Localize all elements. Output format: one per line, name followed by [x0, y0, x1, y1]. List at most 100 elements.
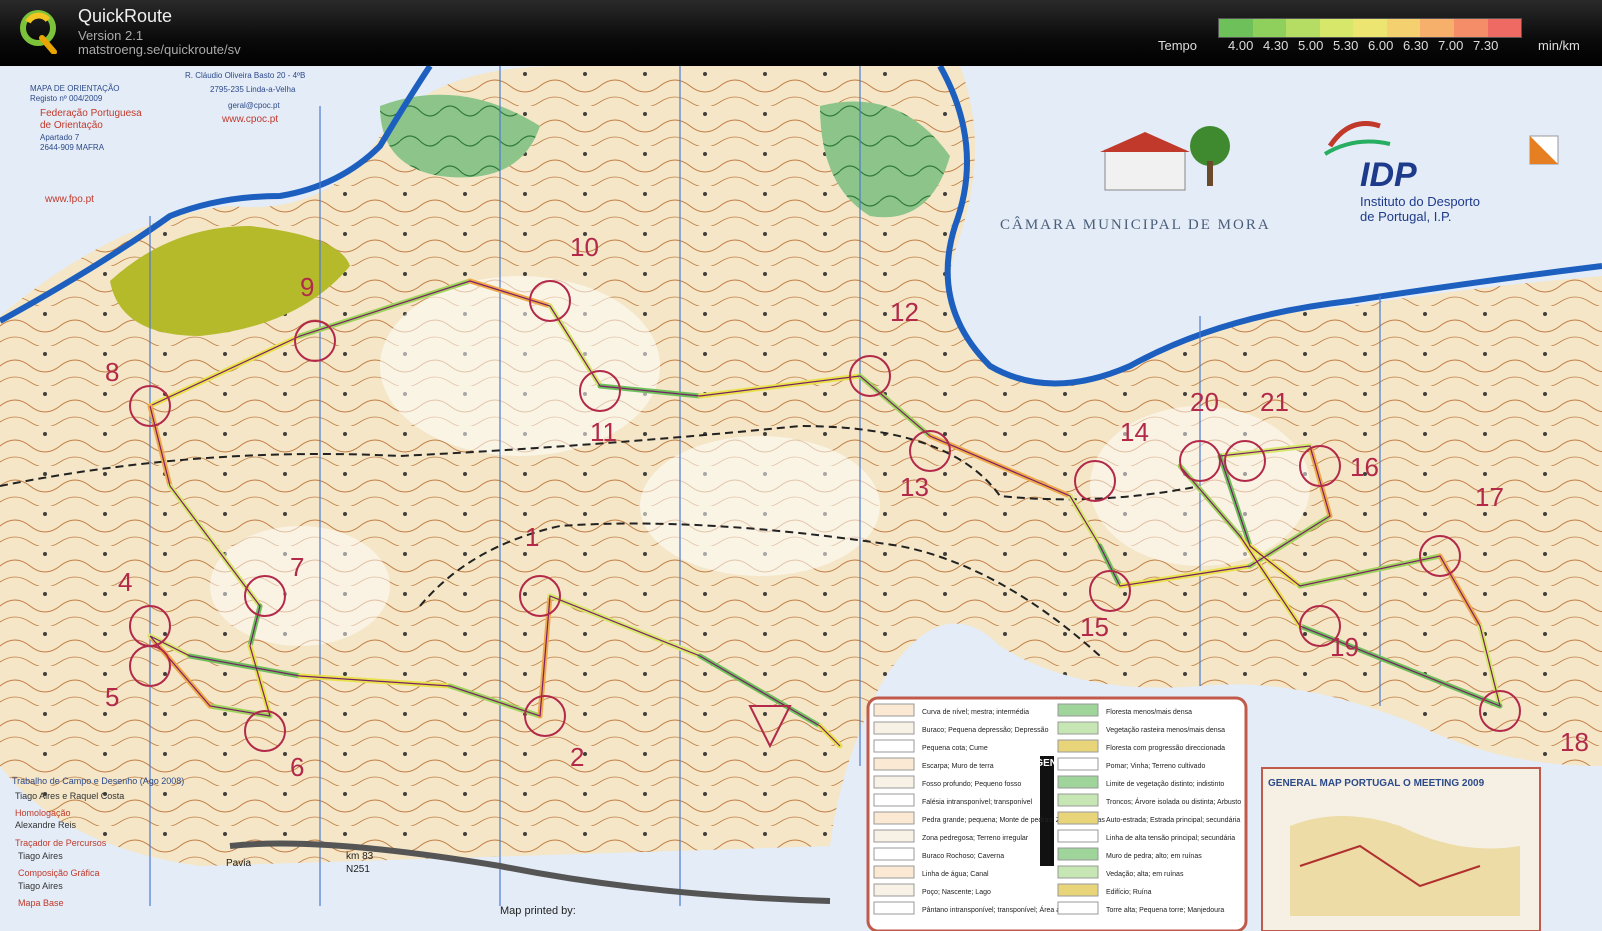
legend-item-label: Curva de nível; mestra; intermédia [922, 709, 1029, 716]
legend-swatch [1057, 721, 1099, 735]
legend-swatch [873, 739, 915, 753]
control-number: 13 [900, 472, 929, 502]
legend-swatch [873, 901, 915, 915]
legend-swatch [1057, 811, 1099, 825]
map-legend: LEGENDA Curva de nível; mestra; interméd… [866, 696, 1248, 931]
legend-item-label: Floresta com progressão direccionada [1106, 745, 1225, 752]
legend-swatch [873, 703, 915, 717]
control-number: 15 [1080, 612, 1109, 642]
legend-item-label: Pequena cota; Cume [922, 745, 988, 752]
svg-text:Tiago Aires: Tiago Aires [18, 851, 63, 861]
svg-text:2795-235 Linda-a-Velha: 2795-235 Linda-a-Velha [210, 85, 296, 94]
control-number: 12 [890, 297, 919, 327]
legend-item-label: Poço; Nascente; Lago [922, 889, 991, 896]
svg-text:www.fpo.pt: www.fpo.pt [44, 194, 94, 205]
svg-text:Alexandre Reis: Alexandre Reis [15, 820, 77, 830]
legend-swatch [873, 811, 915, 825]
legend-item-label: Torre alta; Pequena torre; Manjedoura [1106, 907, 1224, 914]
legend-swatch [1057, 883, 1099, 897]
legend-item-label: Pomar; Vinha; Terreno cultivado [1106, 763, 1205, 770]
legend-item-label: Troncos; Árvore isolada ou distinta; Arb… [1106, 797, 1241, 806]
printed-by-label: Map printed by: [500, 905, 576, 917]
legend-swatch [873, 721, 915, 735]
orienteering-flag-icon [1529, 135, 1559, 165]
legend-item-label: Linha de alta tensão principal; secundár… [1106, 835, 1235, 842]
svg-text:Homologação: Homologação [15, 808, 71, 818]
legend-item-label: Escarpa; Muro de terra [922, 763, 994, 770]
control-number: 4 [118, 567, 132, 597]
pace-tick-label: 5.00 [1298, 38, 1324, 53]
legend-item-label: Auto-estrada; Estrada principal; secundá… [1106, 817, 1240, 824]
legend-swatch [1057, 739, 1099, 753]
pace-color-step [1319, 19, 1354, 37]
legend-swatch [1057, 865, 1099, 879]
place-label-pavia: Pavia [226, 858, 251, 869]
control-number: 20 [1190, 387, 1219, 417]
svg-text:Instituto do Desporto: Instituto do Desporto [1360, 194, 1480, 209]
control-number: 18 [1560, 727, 1589, 757]
pace-color-step [1353, 19, 1387, 37]
pace-tick-label: 4.00 [1228, 38, 1254, 53]
pace-tick-label: 6.30 [1403, 38, 1429, 53]
svg-text:Apartado 7: Apartado 7 [40, 133, 80, 142]
legend-item-label: Vegetação rasteira menos/mais densa [1106, 727, 1225, 734]
place-label-km: km 83 [346, 851, 374, 862]
svg-text:Trabalho de Campo e Desenho (A: Trabalho de Campo e Desenho (Ago 2008) [12, 776, 184, 786]
pace-tick-label: 6.00 [1368, 38, 1394, 53]
legend-swatch [873, 847, 915, 861]
pace-unit: min/km [1538, 38, 1580, 53]
svg-text:Federação Portuguesa: Federação Portuguesa [40, 108, 142, 119]
pace-tick-label: 7.00 [1438, 38, 1464, 53]
legend-swatch [873, 793, 915, 807]
pace-tick-label: 5.30 [1333, 38, 1359, 53]
svg-text:geral@cpoc.pt: geral@cpoc.pt [228, 101, 280, 110]
svg-text:Composição Gráfica: Composição Gráfica [18, 868, 100, 878]
app-title: QuickRoute [78, 6, 173, 26]
control-number: 16 [1350, 452, 1379, 482]
legend-swatch [1057, 829, 1099, 843]
legend-item-label: Edifício; Ruína [1106, 889, 1152, 896]
legend-item-label: Linha de água; Canal [922, 871, 989, 878]
general-map-inset: GENERAL MAP PORTUGAL O MEETING 2009 [1261, 767, 1541, 931]
pace-color-step [1286, 19, 1320, 37]
pace-color-step [1219, 19, 1253, 37]
control-number: 9 [300, 272, 314, 302]
control-number: 11 [590, 417, 617, 447]
svg-text:2644-909 MAFRA: 2644-909 MAFRA [40, 143, 105, 152]
app-header: QuickRoute Version 2.1 matstroeng.se/qui… [0, 0, 1602, 66]
control-number: 1 [525, 522, 539, 552]
pace-color-step [1487, 19, 1522, 37]
legend-swatch [873, 829, 915, 843]
pace-color-step [1420, 19, 1454, 37]
map-view[interactable]: CÂMARA MUNICIPAL DE MORA IDP Instituto d… [0, 66, 1602, 931]
map-header-text: CÂMARA MUNICIPAL DE MORA [1000, 216, 1271, 233]
app-version: Version 2.1 [78, 28, 144, 43]
legend-item-label: Buraco; Pequena depressão; Depressão [922, 727, 1049, 734]
svg-text:Mapa Base: Mapa Base [18, 898, 64, 908]
pace-color-step [1252, 19, 1287, 37]
legend-item-label: Muro de pedra; alto; em ruínas [1106, 853, 1202, 860]
svg-text:Tiago Aires: Tiago Aires [18, 881, 63, 891]
control-number: 17 [1475, 482, 1504, 512]
legend-swatch [873, 775, 915, 789]
legend-swatch [1057, 757, 1099, 771]
svg-text:Traçador de Percursos: Traçador de Percursos [15, 838, 107, 848]
legend-swatch [873, 883, 915, 897]
legend-swatch [1057, 847, 1099, 861]
legend-item-label: Vedação; alta; em ruínas [1106, 871, 1184, 878]
app-url[interactable]: matstroeng.se/quickroute/sv [78, 42, 241, 57]
control-number: 7 [290, 552, 304, 582]
control-number: 8 [105, 357, 119, 387]
legend-swatch [1057, 703, 1099, 717]
pace-color-scale [1218, 18, 1522, 38]
control-number: 10 [570, 232, 599, 262]
pace-color-step [1386, 19, 1421, 37]
legend-item-label: Falésia intransponível; transponível [922, 799, 1033, 806]
legend-item-label: Limite de vegetação distinto; indistinto [1106, 781, 1224, 788]
orienteering-map[interactable]: CÂMARA MUNICIPAL DE MORA IDP Instituto d… [0, 66, 1602, 931]
pace-legend-label: Tempo [1158, 38, 1198, 53]
legend-swatch [873, 865, 915, 879]
control-number: 19 [1330, 632, 1359, 662]
legend-item-label: Floresta menos/mais densa [1106, 709, 1192, 716]
svg-text:de Portugal, I.P.: de Portugal, I.P. [1360, 209, 1452, 224]
